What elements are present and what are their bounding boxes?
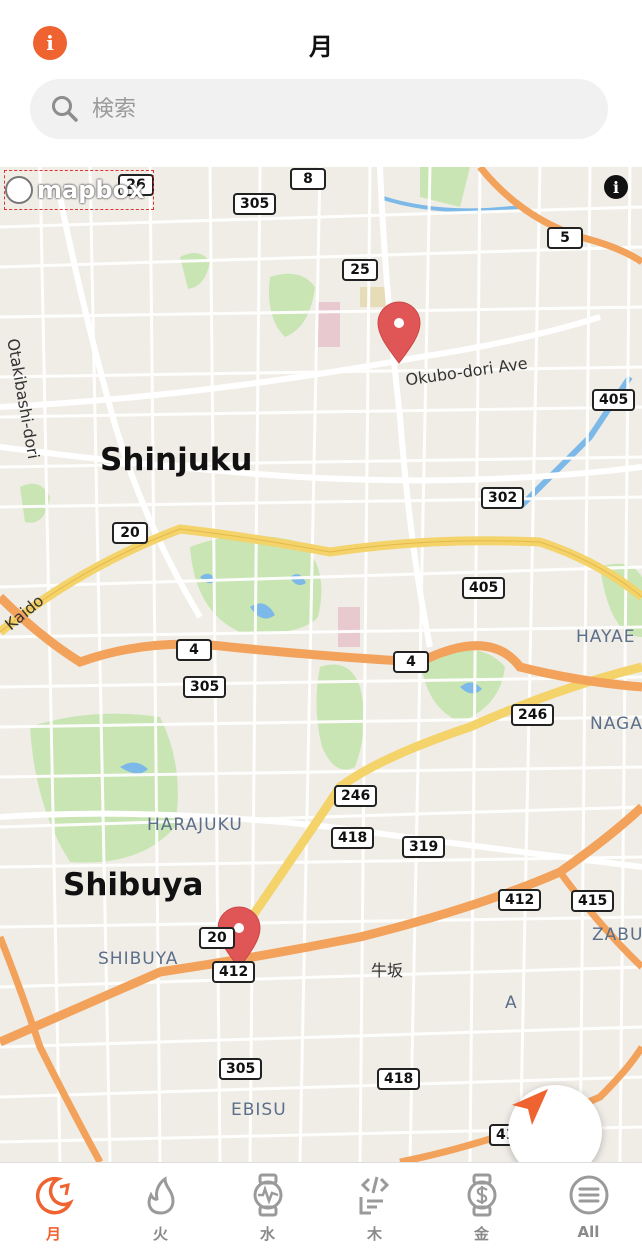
tab-all[interactable]: All <box>535 1163 642 1260</box>
route-shield: 412 <box>212 961 256 983</box>
district-label-azabu: ZABU <box>592 925 642 945</box>
district-label-ebisu: EBISU <box>231 1100 287 1120</box>
route-shield: 4 <box>176 639 212 661</box>
bottom-tab-bar: 月 火 水 木 金 All <box>0 1162 642 1260</box>
mapbox-mark-icon <box>5 176 33 204</box>
navigation-arrow-icon <box>512 1089 548 1125</box>
search-input[interactable] <box>92 96 572 122</box>
route-shield: 246 <box>334 785 378 807</box>
map-view[interactable]: Shinjuku Shibuya HARAJUKU SHIBUYA EBISU … <box>0 167 642 1162</box>
money-icon <box>460 1173 504 1217</box>
route-shield: 319 <box>402 836 446 858</box>
tab-water[interactable]: 水 <box>214 1163 321 1260</box>
tab-label: 木 <box>366 1225 382 1243</box>
mapbox-wordmark: mapbox <box>37 176 145 204</box>
route-shield: 8 <box>290 168 326 190</box>
route-shield: 305 <box>233 193 277 215</box>
route-shield: 412 <box>498 889 542 911</box>
route-shield: 305 <box>219 1058 263 1080</box>
tab-fire[interactable]: 火 <box>107 1163 214 1260</box>
marker-north[interactable] <box>377 301 421 364</box>
route-shield: 415 <box>571 890 615 912</box>
menu-icon <box>567 1173 611 1217</box>
route-shield: 20 <box>112 522 148 544</box>
attribution-info-icon[interactable]: i <box>604 175 628 199</box>
route-shield: 418 <box>377 1068 421 1090</box>
place-label-ushigome: 牛坂 <box>371 961 404 980</box>
tab-wood[interactable]: 木 <box>321 1163 428 1260</box>
place-label-shibuya: Shibuya <box>63 867 204 903</box>
route-shield: 20 <box>199 927 235 949</box>
route-shield: 405 <box>592 389 636 411</box>
app-header: i 月 <box>0 0 642 167</box>
code-icon <box>353 1173 397 1217</box>
map-canvas <box>0 167 642 1162</box>
place-label-shinjuku: Shinjuku <box>100 442 253 478</box>
mapbox-logo[interactable]: mapbox <box>4 170 154 210</box>
route-shield: 405 <box>462 577 506 599</box>
district-label-naga: NAGA <box>590 714 642 734</box>
district-label-azabu-2: A <box>505 993 518 1013</box>
tab-moon[interactable]: 月 <box>0 1163 107 1260</box>
fire-icon <box>139 1173 183 1217</box>
district-label-hayae: HAYAE <box>576 627 636 647</box>
route-shield: 305 <box>183 676 227 698</box>
route-shield: 25 <box>342 259 378 281</box>
tab-label: 金 <box>473 1225 489 1243</box>
tab-gold[interactable]: 金 <box>428 1163 535 1260</box>
search-bar[interactable] <box>30 79 608 139</box>
district-label-harajuku: HARAJUKU <box>147 815 243 835</box>
route-shield: 5 <box>547 227 583 249</box>
route-shield: 418 <box>331 827 375 849</box>
page-title: 月 <box>309 33 333 61</box>
search-icon <box>52 96 78 122</box>
route-shield: 4 <box>393 651 429 673</box>
tab-label: 月 <box>45 1225 61 1243</box>
tab-label: All <box>577 1223 600 1241</box>
tab-label: 水 <box>259 1225 275 1243</box>
route-shield: 302 <box>481 487 525 509</box>
moon-icon <box>32 1173 76 1217</box>
tab-label: 火 <box>152 1225 168 1243</box>
route-shield: 246 <box>511 704 555 726</box>
district-label-shibuya: SHIBUYA <box>98 949 179 969</box>
watch-icon <box>246 1173 290 1217</box>
